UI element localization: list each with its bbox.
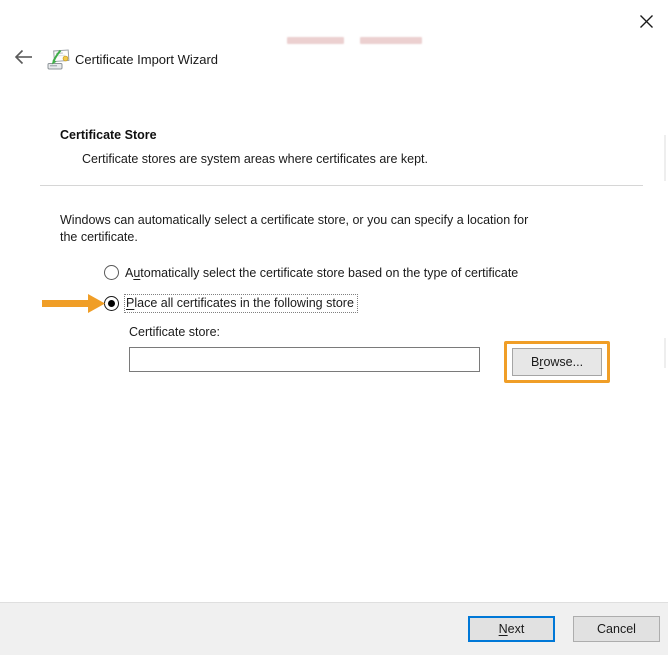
accelerator-letter: N xyxy=(498,622,508,636)
footer-bar: Next Cancel xyxy=(0,602,668,655)
certificate-store-input[interactable] xyxy=(129,347,480,372)
intro-line-1: Windows can automatically select a certi… xyxy=(60,213,529,227)
certificate-store-label: Certificate store: xyxy=(129,325,221,339)
label-text: Cancel xyxy=(597,622,636,636)
label-text: lace all certificates in the following s… xyxy=(134,296,354,310)
section-heading: Certificate Store xyxy=(60,128,157,142)
window-title: Certificate Import Wizard xyxy=(75,52,219,67)
close-icon xyxy=(639,14,653,28)
radio-automatically-select-label: Automatically select the certificate sto… xyxy=(125,266,518,280)
edge-artifact xyxy=(664,135,666,181)
edge-artifact xyxy=(664,338,666,368)
close-button[interactable] xyxy=(634,10,658,32)
browse-button[interactable]: Browse... xyxy=(512,348,602,376)
redaction-artifact xyxy=(360,37,422,44)
radio-place-all-certificates[interactable]: Place all certificates in the following … xyxy=(104,294,358,313)
radio-circle-unselected[interactable] xyxy=(104,265,119,280)
label-text: tomatically select the certificate store… xyxy=(140,265,519,280)
cancel-button[interactable]: Cancel xyxy=(573,616,660,642)
radio-automatically-select[interactable]: Automatically select the certificate sto… xyxy=(104,265,518,280)
separator-line xyxy=(40,185,643,186)
section-subheading: Certificate stores are system areas wher… xyxy=(82,152,428,166)
next-button[interactable]: Next xyxy=(468,616,555,642)
orange-arrow-annotation xyxy=(42,293,106,314)
label-text: owse... xyxy=(543,355,584,369)
redaction-artifact xyxy=(287,37,344,44)
radio-place-all-certificates-label: Place all certificates in the following … xyxy=(124,294,358,313)
label-text: ext xyxy=(507,622,525,636)
radio-circle-selected[interactable] xyxy=(104,296,119,311)
intro-line-2: the certificate. xyxy=(60,230,138,244)
intro-paragraph: Windows can automatically select a certi… xyxy=(60,212,640,246)
certificate-import-icon xyxy=(46,47,71,72)
back-arrow-icon xyxy=(14,49,32,65)
back-button[interactable] xyxy=(10,46,36,68)
